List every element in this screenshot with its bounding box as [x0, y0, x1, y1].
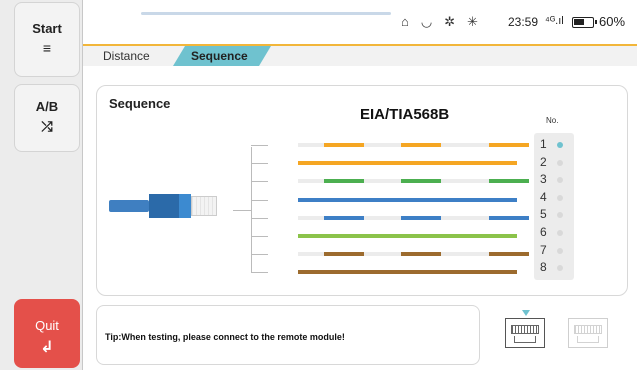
pin-row: 5 [540, 207, 572, 224]
wire-stripe [488, 252, 529, 257]
pin-status-dot-icon [557, 230, 563, 236]
status-glyph-icon: ✳ [467, 14, 485, 29]
wire-6 [298, 234, 517, 238]
wire-stripe [400, 179, 441, 184]
pin-row: 1 [540, 137, 572, 154]
shuffle-icon: ⤮ [41, 118, 53, 134]
battery-icon [572, 17, 597, 28]
wiring-standard: EIA/TIA568B [360, 106, 450, 123]
pin-row: 4 [540, 190, 572, 207]
tab-distance[interactable]: Distance [103, 46, 150, 66]
pin-number: 7 [540, 242, 547, 257]
ab-button[interactable]: A/B ⤮ [14, 84, 80, 152]
panel-title: Sequence [109, 96, 171, 111]
rj45-connector [191, 196, 217, 216]
pin-status-dot-icon [557, 247, 563, 254]
wire-bracket [233, 210, 251, 211]
start-button[interactable]: Start ≡ [14, 2, 80, 77]
wire-5 [298, 215, 529, 220]
tip-box: Tip:When testing, please connect to the … [96, 305, 480, 365]
quit-button-label: Quit [35, 318, 59, 333]
sequence-panel: Sequence EIA/TIA568B No. 1 2 3 4 5 6 7 8 [96, 85, 628, 296]
wire-stripe [324, 143, 365, 147]
cable-icon [109, 200, 149, 212]
pin-row: 6 [540, 225, 572, 242]
pin-number: 8 [540, 260, 547, 275]
wire-tick [251, 254, 268, 256]
tip-text: Tip:When testing, please connect to the … [105, 332, 345, 342]
status-glyph-icon: ⌂ [401, 14, 415, 29]
pin-status-dot-icon [557, 159, 563, 166]
cable-plug [179, 194, 191, 218]
pin-number: 3 [540, 172, 547, 187]
wire-stripe [324, 215, 365, 220]
wire-stripe [400, 215, 441, 220]
tab-sequence[interactable]: Sequence [173, 46, 271, 66]
wire-tick [251, 199, 268, 201]
pin-status-dot-icon [557, 212, 563, 219]
pin-status-dot-icon [557, 177, 563, 184]
pin-status-column: 1 2 3 4 5 6 7 8 [534, 133, 574, 280]
wire-1 [298, 143, 529, 147]
wire-8 [298, 270, 517, 275]
menu-icon: ≡ [42, 40, 52, 56]
wire-stripe [324, 179, 365, 184]
signal-icon: ⁴ᴳ.ıl [545, 15, 564, 27]
wire-tick [251, 272, 268, 274]
return-icon: ↲ [40, 339, 54, 356]
local-port-icon [505, 318, 545, 348]
app-screen: Start ≡ A/B ⤮ Quit ↲ ⌂ ◡ ✲ ✳ 23:59 ⁴ᴳ.ıl 60… [0, 0, 637, 370]
clock: 23:59 [508, 15, 539, 29]
wire-tick [251, 181, 268, 183]
pin-row: 7 [540, 243, 572, 260]
sidebar: Start ≡ A/B ⤮ Quit ↲ [0, 0, 83, 370]
wire-tick [251, 217, 268, 219]
pin-number: 1 [540, 137, 547, 151]
ab-button-label: A/B [35, 99, 59, 114]
pin-number: 6 [540, 225, 547, 239]
active-port-marker-icon [522, 310, 530, 316]
status-bar: ⌂ ◡ ✲ ✳ 23:59 ⁴ᴳ.ıl 60% [83, 0, 637, 44]
tab-bar: Distance Sequence [83, 44, 637, 66]
pin-number: 4 [540, 189, 547, 204]
wire-tick [251, 145, 268, 146]
pin-status-dot-icon [557, 265, 563, 272]
pin-row: 2 [540, 155, 572, 172]
quit-button[interactable]: Quit ↲ [14, 299, 80, 368]
status-glyph-icon: ✲ [444, 14, 462, 29]
status-glyph-icon: ◡ [420, 14, 439, 29]
pin-status-dot-icon [557, 142, 563, 148]
wire-7 [298, 252, 529, 257]
pull-down-handle[interactable] [141, 12, 391, 15]
battery-level: 60% [599, 14, 626, 29]
wire-stripe [400, 143, 441, 147]
wire-3 [298, 179, 529, 184]
pin-number-header: No. [546, 116, 559, 125]
wire-stripe [400, 252, 441, 257]
pin-number: 5 [540, 207, 547, 222]
pin-number: 2 [540, 154, 547, 169]
start-button-label: Start [32, 21, 62, 36]
wire-stripe [488, 215, 529, 220]
wire-tick [251, 236, 268, 237]
wire-2 [298, 161, 517, 166]
status-indicator-icons: ⌂ ◡ ✲ ✳ [401, 14, 490, 30]
wire-stripe [324, 252, 365, 257]
wire-4 [298, 197, 517, 202]
pin-row: 3 [540, 172, 572, 189]
pin-row: 8 [540, 260, 572, 277]
wire-stripe [488, 179, 529, 184]
wire-stripe [488, 143, 529, 147]
wire-tick [251, 163, 268, 165]
pin-status-dot-icon [557, 194, 563, 201]
remote-port-icon [568, 318, 608, 348]
cable-boot [149, 194, 179, 218]
